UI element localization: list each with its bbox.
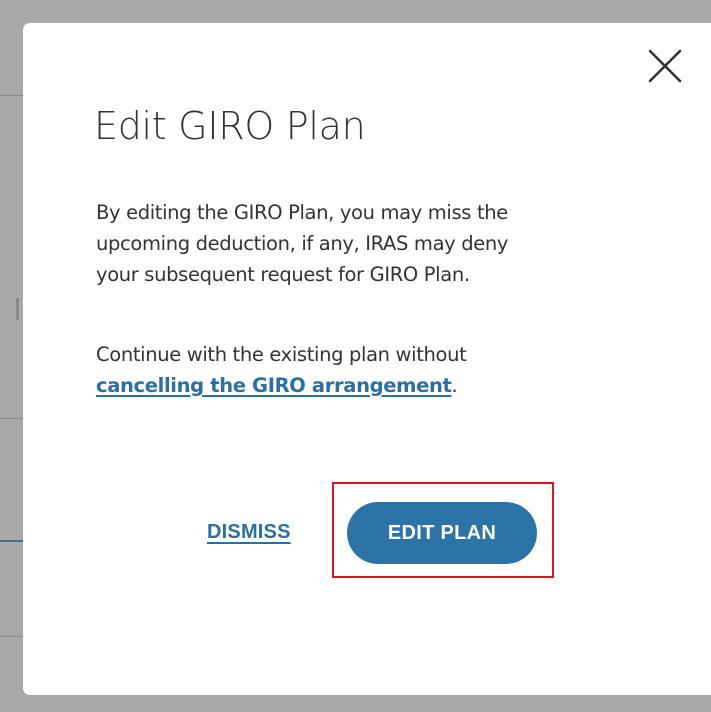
dismiss-button[interactable]: DISMISS: [207, 521, 291, 544]
edit-plan-button[interactable]: EDIT PLAN: [347, 502, 537, 564]
cancel-giro-arrangement-link[interactable]: cancelling the GIRO arrangement: [96, 374, 452, 397]
sentence-period: .: [451, 374, 458, 397]
close-icon: [648, 49, 682, 83]
background-divider: [0, 418, 23, 419]
warning-message: By editing the GIRO Plan, you may miss t…: [96, 197, 656, 290]
continue-line-2: cancelling the GIRO arrangement.: [96, 370, 656, 401]
background-divider: [0, 540, 23, 542]
background-divider: [16, 298, 19, 320]
warning-line: your subsequent request for GIRO Plan.: [96, 263, 470, 286]
close-button[interactable]: [645, 46, 685, 86]
continue-message: Continue with the existing plan without …: [96, 339, 656, 401]
dialog-title: Edit GIRO Plan: [94, 104, 366, 148]
warning-line: upcoming deduction, if any, IRAS may den…: [96, 232, 509, 255]
background-divider: [0, 95, 23, 96]
warning-line: By editing the GIRO Plan, you may miss t…: [96, 201, 508, 224]
background-divider: [0, 636, 23, 637]
continue-line: Continue with the existing plan without: [96, 343, 467, 366]
